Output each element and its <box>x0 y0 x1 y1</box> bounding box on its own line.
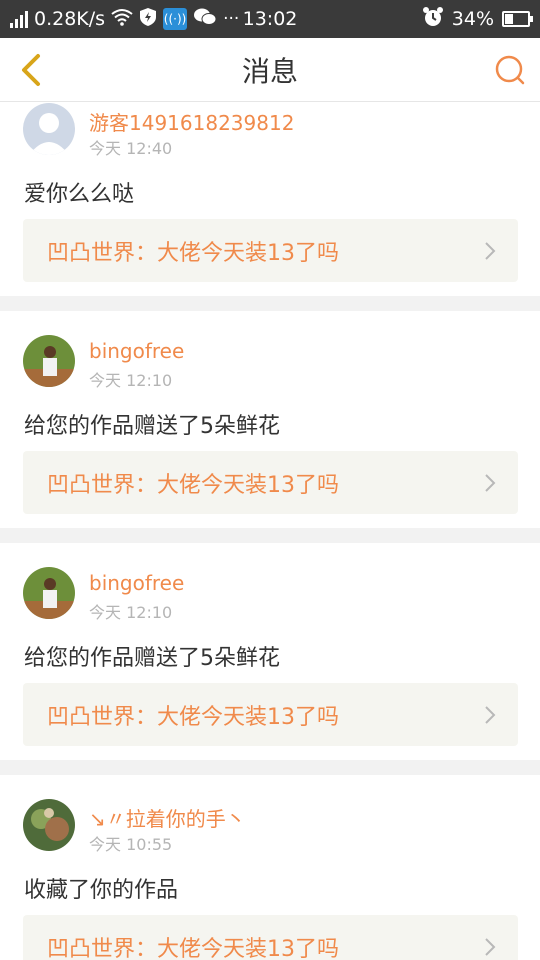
user-name[interactable]: ↘〃拉着你的手丶 <box>89 803 246 832</box>
shield-icon <box>139 7 157 32</box>
work-link-title: 凹凸世界：大佬今天装13了吗 <box>47 936 339 960</box>
battery-percent: 34% <box>451 8 494 30</box>
message-card[interactable]: ↘〃拉着你的手丶 今天 10:55 收藏了你的作品 凹凸世界：大佬今天装13了吗 <box>0 775 540 960</box>
more-icon: ··· <box>223 8 240 29</box>
chevron-left-icon[interactable] <box>14 52 50 88</box>
message-card[interactable]: bingofree 今天 12:10 给您的作品赠送了5朵鲜花 凹凸世界：大佬今… <box>0 311 540 528</box>
user-name[interactable]: 游客1491618239812 <box>89 107 294 136</box>
message-card[interactable]: 游客1491618239812 今天 12:40 爱你么么哒 凹凸世界：大佬今天… <box>0 102 540 296</box>
message-card[interactable]: bingofree 今天 12:10 给您的作品赠送了5朵鲜花 凹凸世界：大佬今… <box>0 543 540 760</box>
nav-bar: 消息 <box>0 38 540 102</box>
message-time: 今天 12:10 <box>89 603 173 622</box>
message-text: 给您的作品赠送了5朵鲜花 <box>24 414 280 439</box>
message-time: 今天 12:40 <box>89 139 173 158</box>
message-time: 今天 12:10 <box>89 371 173 390</box>
work-link[interactable]: 凹凸世界：大佬今天装13了吗 <box>23 451 518 514</box>
work-link[interactable]: 凹凸世界：大佬今天装13了吗 <box>23 915 518 960</box>
wifi-icon <box>111 8 133 30</box>
message-text: 给您的作品赠送了5朵鲜花 <box>24 646 280 671</box>
user-name[interactable]: bingofree <box>89 571 184 595</box>
work-link-title: 凹凸世界：大佬今天装13了吗 <box>47 240 339 266</box>
work-link-title: 凹凸世界：大佬今天装13了吗 <box>47 472 339 498</box>
wechat-icon <box>193 7 217 32</box>
alarm-icon <box>422 6 444 33</box>
avatar[interactable] <box>23 335 75 387</box>
message-list[interactable]: 游客1491618239812 今天 12:40 爱你么么哒 凹凸世界：大佬今天… <box>0 102 540 960</box>
chevron-right-icon <box>485 474 496 492</box>
chevron-right-icon <box>485 242 496 260</box>
page-title: 消息 <box>241 54 298 88</box>
work-link[interactable]: 凹凸世界：大佬今天装13了吗 <box>23 219 518 282</box>
work-link[interactable]: 凹凸世界：大佬今天装13了吗 <box>23 683 518 746</box>
hotspot-icon: ((·)) <box>163 8 188 30</box>
signal-icon <box>10 10 28 28</box>
work-link-title: 凹凸世界：大佬今天装13了吗 <box>47 704 339 730</box>
battery-icon <box>502 11 533 27</box>
message-time: 今天 10:55 <box>89 835 173 854</box>
avatar[interactable] <box>23 567 75 619</box>
status-bar: 0.28K/s ((·)) ··· 13:02 34% <box>0 0 540 38</box>
user-name[interactable]: bingofree <box>89 339 184 363</box>
network-speed: 0.28K/s <box>34 8 106 30</box>
search-icon[interactable] <box>494 54 526 86</box>
message-text: 收藏了你的作品 <box>24 878 179 903</box>
avatar[interactable] <box>23 103 75 155</box>
avatar[interactable] <box>23 799 75 851</box>
chevron-right-icon <box>485 938 496 956</box>
message-text: 爱你么么哒 <box>24 182 135 207</box>
chevron-right-icon <box>485 706 496 724</box>
